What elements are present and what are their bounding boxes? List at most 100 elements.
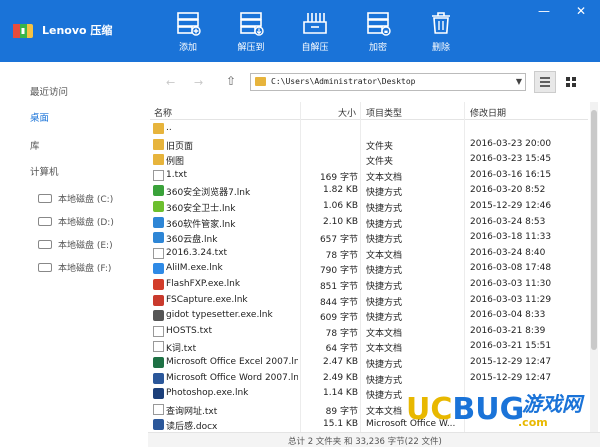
encrypt-label: 加密 <box>368 43 387 53</box>
file-row[interactable]: FSCapture.exe.lnk 844 字节 快捷方式 2016-03-03 11… <box>150 293 588 309</box>
file-type: 快捷方式 <box>366 235 403 246</box>
file-row[interactable]: gidot typesetter.exe.lnk 609 字节 快捷方式 2016-0… <box>150 308 588 324</box>
add-label: 添加 <box>178 43 197 53</box>
file-date: 2016-03-04 8:33 <box>470 310 546 321</box>
grid-view-icon <box>566 77 576 87</box>
sidebar: 最近访问 桌面 库 计算机 本地磁盘 (C:) 本地磁盘 (D:) 本地磁盘 (… <box>0 62 148 447</box>
delete-label: 删除 <box>431 43 450 53</box>
file-row[interactable]: 旧页面 文件夹 2016-03-23 20:00 <box>150 137 588 153</box>
file-type: 快捷方式 <box>366 204 403 214</box>
file-name: 1.txt <box>166 169 187 180</box>
manager-icon <box>153 216 164 228</box>
chevron-down-icon[interactable]: ▼ <box>516 77 522 86</box>
file-date: 2016-03-21 8:39 <box>470 325 546 336</box>
file-row[interactable]: 例图 文件夹 2016-03-23 15:45 <box>150 152 588 168</box>
sidebar-item-disk-c[interactable]: 本地磁盘 (C:) <box>38 192 113 205</box>
sidebar-item-disk-f[interactable]: 本地磁盘 (F:) <box>38 261 111 274</box>
file-name: FSCapture.exe.lnk <box>166 294 248 305</box>
file-size: 2.10 KB <box>323 216 358 227</box>
sidebar-item-library[interactable]: 库 <box>30 138 40 152</box>
disk-label: 本地磁盘 (E:) <box>58 241 113 251</box>
file-size: 1.14 KB <box>323 388 358 399</box>
watermark: UCBUG 游戏网 .com <box>406 382 598 444</box>
file-size: 169 字节 <box>319 172 358 183</box>
file-row[interactable]: K词.txt 64 字节 文本文档 2016-03-21 15:51 <box>150 339 588 355</box>
file-row[interactable]: HOSTS.txt 78 字节 文本文档 2016-03-21 8:39 <box>150 324 588 340</box>
file-date: 2016-03-03 11:30 <box>470 279 552 289</box>
minimize-button[interactable]: — <box>533 2 555 20</box>
file-row[interactable]: 360安全浏览器7.lnk 1.82 KB 快捷方式 2016-03-20 8:52 <box>150 183 588 199</box>
file-row[interactable]: Microsoft Office Excel 2007.lnk 2.47 KB 快捷… <box>150 355 588 371</box>
word-icon <box>153 419 164 431</box>
file-name: AliIM.exe.lnk <box>166 263 223 274</box>
forward-button[interactable]: → <box>194 76 203 89</box>
flashfxp-icon <box>153 279 164 290</box>
address-row: ← → ⇧ C:\Users\Administrator\Desktop ▼ <box>148 62 600 102</box>
text-icon <box>153 341 164 353</box>
file-row[interactable]: 360软件管家.lnk 2.10 KB 快捷方式 2016-03-24 8:53 <box>150 215 588 231</box>
file-type: 快捷方式 <box>366 313 403 324</box>
file-type: 文件夹 <box>366 141 394 152</box>
file-row[interactable]: FlashFXP.exe.lnk 851 字节 快捷方式 2016-03-03 11:… <box>150 277 588 293</box>
file-type: 快捷方式 <box>366 219 403 230</box>
file-name: Microsoft Office Word 2007.lnk <box>166 372 298 383</box>
file-row[interactable]: 360安全卫士.lnk 1.06 KB 快捷方式 2015-12-29 12:46 <box>150 199 588 215</box>
extract-to-label: 解压到 <box>237 43 265 53</box>
file-name: .. <box>166 123 172 133</box>
file-name: 查询网址.txt <box>166 406 218 417</box>
watermark-game: 游戏网 <box>522 392 582 416</box>
file-type: 快捷方式 <box>366 188 403 199</box>
sidebar-item-desktop[interactable]: 桌面 <box>30 110 49 124</box>
file-row[interactable]: AliIM.exe.lnk 790 字节 快捷方式 2016-03-08 17:48 <box>150 261 588 277</box>
file-size: 89 字节 <box>325 406 358 417</box>
delete-button[interactable]: 删除 <box>417 8 465 56</box>
browser-icon <box>153 185 164 197</box>
drive-icon <box>38 240 52 249</box>
column-type[interactable]: 项目类型 <box>366 106 402 119</box>
close-button[interactable]: ✕ <box>570 2 592 20</box>
back-button[interactable]: ← <box>166 76 175 89</box>
scrollbar-thumb[interactable] <box>591 110 597 350</box>
address-path: C:\Users\Administrator\Desktop <box>271 77 416 86</box>
sidebar-item-recent[interactable]: 最近访问 <box>30 84 68 98</box>
column-date[interactable]: 修改日期 <box>470 106 506 119</box>
add-button[interactable]: 添加 <box>164 8 212 56</box>
file-row[interactable]: 1.txt 169 字节 文本文档 2016-03-16 16:15 <box>150 168 588 184</box>
gidot-icon <box>153 310 164 322</box>
file-row[interactable]: .. <box>150 121 588 137</box>
extract-to-button[interactable]: 解压到 <box>227 8 275 56</box>
file-date: 2016-03-23 15:45 <box>470 154 552 165</box>
list-view-button[interactable] <box>534 71 556 93</box>
file-size: 78 字节 <box>325 250 358 261</box>
sidebar-item-computer[interactable]: 计算机 <box>30 164 59 178</box>
sidebar-item-disk-e[interactable]: 本地磁盘 (E:) <box>38 238 113 251</box>
app-logo-icon <box>13 24 33 38</box>
sidebar-item-disk-d[interactable]: 本地磁盘 (D:) <box>38 215 114 228</box>
file-row[interactable]: 360云盘.lnk 657 字节 快捷方式 2016-03-18 11:33 <box>150 230 588 246</box>
column-name[interactable]: 名称 <box>154 106 172 119</box>
disk-label: 本地磁盘 (C:) <box>58 195 114 205</box>
drive-icon <box>38 263 52 272</box>
encrypt-button[interactable]: 加密 <box>354 8 402 56</box>
up-button[interactable]: ⇧ <box>226 74 236 88</box>
file-size: 2.47 KB <box>323 357 358 367</box>
file-name: 例图 <box>166 157 185 168</box>
grid-view-button[interactable] <box>560 71 582 93</box>
list-header: 名称 大小 项目类型 修改日期 <box>150 102 588 120</box>
file-size: 657 字节 <box>319 235 358 246</box>
sfx-button[interactable]: 自解压 <box>291 8 339 56</box>
text-icon <box>153 325 164 337</box>
file-row[interactable]: 2016.3.24.txt 78 字节 文本文档 2016-03-24 8:40 <box>150 246 588 262</box>
address-bar[interactable]: C:\Users\Administrator\Desktop ▼ <box>250 73 526 91</box>
column-size[interactable]: 大小 <box>338 106 356 119</box>
file-date: 2016-03-23 20:00 <box>470 138 552 149</box>
extract-to-icon <box>240 12 264 36</box>
file-size: 64 字节 <box>325 344 358 355</box>
file-date: 2015-12-29 12:47 <box>470 357 552 367</box>
app-title: Lenovo 压缩 <box>42 24 113 37</box>
folder-icon <box>255 77 266 86</box>
file-name: HOSTS.txt <box>166 325 213 336</box>
file-name: 360安全卫士.lnk <box>166 204 236 214</box>
file-size: 609 字节 <box>319 313 358 324</box>
file-date: 2016-03-24 8:53 <box>470 216 546 227</box>
